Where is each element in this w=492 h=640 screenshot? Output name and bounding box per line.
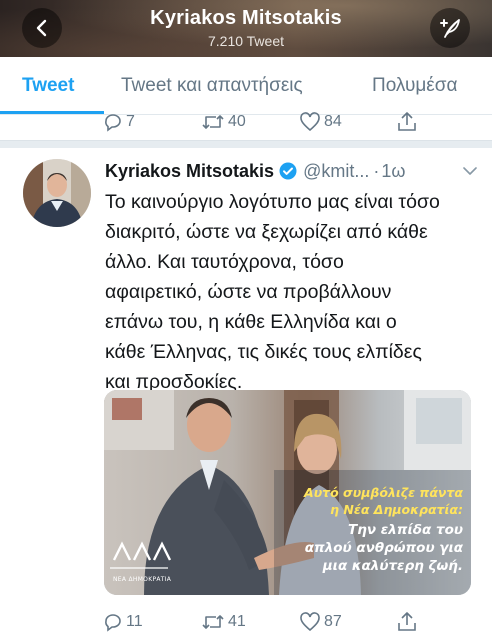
tweet-text-line: Το καινούργιο λογότυπο μας είναι τόσο [105,191,440,213]
author-name[interactable]: Kyriakos Mitsotakis [105,161,274,182]
reply-count: 7 [126,113,135,130]
share-button[interactable] [396,611,418,633]
retweet-button[interactable]: 41 [201,612,246,632]
tweet-text-line: άλλο. Και ταυτόχρονα, τόσο [105,251,344,273]
share-icon [398,612,416,631]
retweet-icon [202,115,224,129]
avatar-photo [23,159,91,227]
verified-badge-icon [279,162,297,180]
tweet-text: Το καινούργιο λογότυπο μας είναι τόσο δι… [105,187,485,397]
heart-icon [300,112,320,132]
like-button[interactable]: 84 [299,112,342,132]
party-logo-text: ΝΕΑ ΔΗΜΟΚΡΑΤΙΑ [113,576,172,583]
separator-dot: · [373,160,380,181]
tab-media[interactable]: Πολυμέσα [372,75,458,97]
compose-tweet-button[interactable] [430,8,470,48]
tweet-header: Kyriakos Mitsotakis @kmit... · 1ω [105,158,485,184]
chevron-down-icon[interactable] [463,166,477,176]
retweet-count: 41 [228,613,246,630]
media-caption: Αυτό συμβόλιζε πάντα η Νέα Δημοκρατία: Τ… [283,484,463,575]
reply-button[interactable]: 7 [103,112,135,132]
caption-yellow-line: Αυτό συμβόλιζε πάντα [304,485,463,500]
profile-tabs: Tweet Tweet και απαντήσεις Πολυμέσα [0,57,492,115]
tab-tweets[interactable]: Tweet [22,75,74,97]
caption-white-line: απλού ανθρώπου για [304,540,463,556]
reply-icon [105,614,121,632]
tweet-count: 7.210 Tweet [207,33,285,49]
tweet-text-line: διακριτό, ώστε να ξεχωρίζει από κάθε [105,221,428,243]
retweet-count: 40 [228,113,246,130]
reply-icon [105,114,121,132]
like-button[interactable]: 87 [299,612,342,632]
profile-header: Kyriakos Mitsotakis 7.210 Tweet [0,0,492,57]
reply-button[interactable]: 11 [103,612,143,632]
reply-count: 11 [126,613,143,630]
share-icon [398,112,416,131]
profile-name: Kyriakos Mitsotakis [150,7,342,29]
avatar[interactable] [23,159,91,227]
like-count: 84 [324,113,342,130]
caption-white-line: Την ελπίδα του [348,522,463,538]
tweet-text-line: αφαιρετικό, ώστε να προβάλλουν [105,281,392,303]
like-count: 87 [324,613,342,630]
active-tab-indicator [0,111,104,114]
retweet-button[interactable]: 40 [201,112,246,132]
tweet-media-image[interactable]: Αυτό συμβόλιζε πάντα η Νέα Δημοκρατία: Τ… [104,390,471,595]
caption-white-line: μια καλύτερη ζωή. [322,558,463,574]
heart-icon [300,612,320,632]
tab-tweets-and-replies[interactable]: Tweet και απαντήσεις [121,75,303,97]
retweet-icon [202,615,224,629]
tweet-text-line: κάθε Έλληνας, τις δικές τους ελπίδες [105,341,422,363]
author-handle[interactable]: @kmit... [303,161,369,182]
tweet-text-line: επάνω του, η κάθε Ελληνίδα και ο [105,311,397,333]
tweet-divider [0,140,492,148]
caption-yellow-line: η Νέα Δημοκρατία: [330,502,463,517]
share-button[interactable] [396,111,418,133]
tweet-time[interactable]: 1ω [381,161,405,182]
compose-quill-icon [440,19,460,38]
